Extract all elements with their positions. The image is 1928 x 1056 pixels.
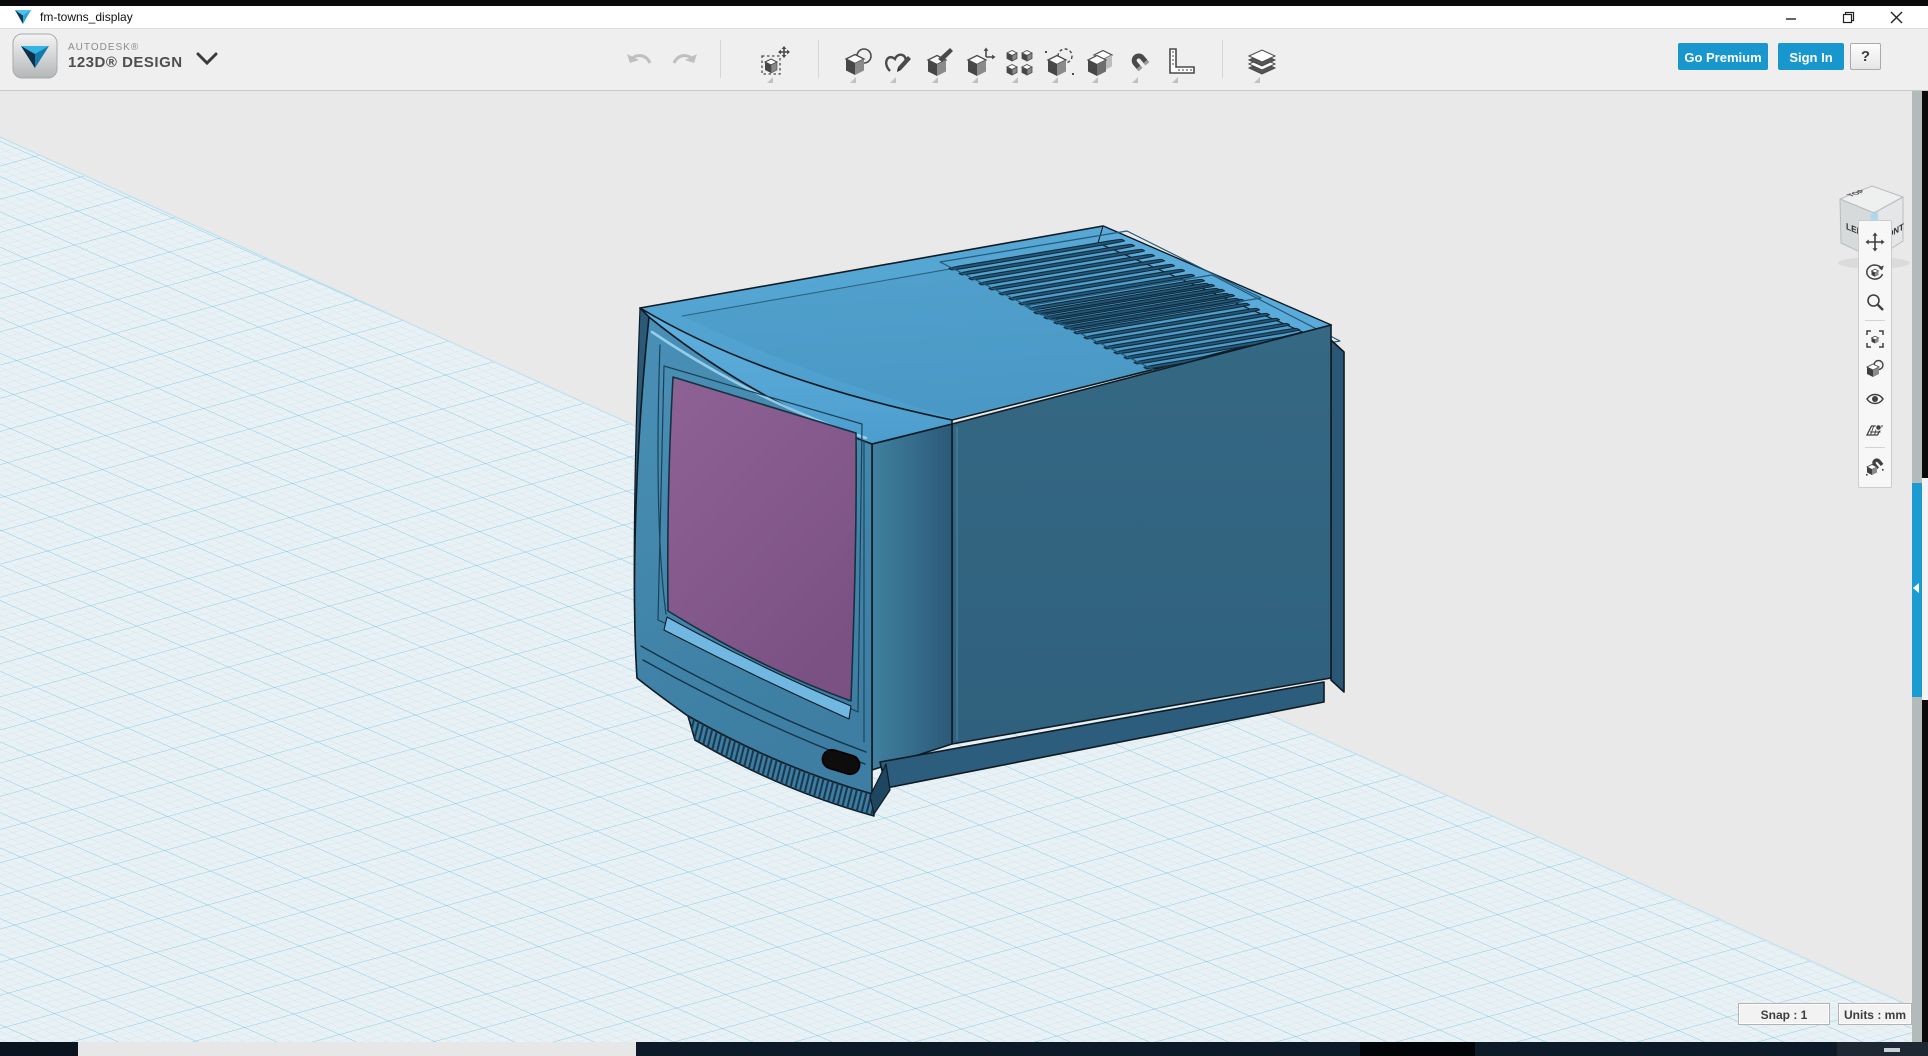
construct-icon: [924, 47, 956, 77]
restore-icon: [1842, 11, 1855, 24]
snap-setting-button[interactable]: Snap : 1: [1738, 1003, 1830, 1025]
right-edge-dark: [1922, 91, 1928, 478]
ruler-icon: [1165, 47, 1195, 77]
dropdown-indicator: [890, 77, 896, 83]
magnifier-icon: [1865, 292, 1885, 312]
minimize-icon: [1785, 11, 1797, 23]
right-edge-light: [1922, 478, 1928, 700]
panel-expand-arrow-icon: [1913, 583, 1919, 593]
sketch-icon: [882, 47, 914, 77]
taskbar-segment: [1837, 1042, 1928, 1056]
viewport-3d[interactable]: TOP LEFT FRONT: [0, 91, 1928, 1042]
dropdown-indicator: [1092, 77, 1098, 83]
main-menu-chevron-icon[interactable]: [196, 51, 218, 67]
layer-stack-icon: [1245, 47, 1279, 77]
tool-transform-button[interactable]: [755, 39, 795, 85]
redo-icon: [670, 51, 698, 73]
nav-separator: [1865, 320, 1885, 321]
help-button[interactable]: ?: [1850, 43, 1881, 70]
grid-visibility-button[interactable]: [1862, 414, 1888, 444]
brand-block: AUTODESK® 123D® DESIGN: [12, 33, 183, 79]
brand-text: AUTODESK® 123D® DESIGN: [68, 42, 183, 71]
units-setting-button[interactable]: Units : mm: [1838, 1003, 1912, 1025]
minimize-button[interactable]: [1774, 6, 1808, 28]
undo-icon: [626, 51, 654, 73]
close-icon: [1890, 11, 1903, 24]
tool-snap-button[interactable]: [1120, 39, 1160, 85]
collapsed-panel-tab[interactable]: [1912, 483, 1922, 697]
dropdown-indicator: [972, 77, 978, 83]
tool-sketch-button[interactable]: [878, 39, 918, 85]
grouping-icon: [1044, 47, 1076, 77]
toolbar-separator: [720, 40, 721, 78]
modify-icon: [964, 47, 996, 77]
tool-construct-button[interactable]: [920, 39, 960, 85]
combine-icon: [1084, 47, 1116, 77]
pattern-icon: [1005, 47, 1035, 77]
tool-measure-button[interactable]: [1160, 39, 1200, 85]
scene-svg[interactable]: [0, 91, 1922, 1042]
dropdown-indicator: [1172, 77, 1178, 83]
taskbar-sliver: [0, 1042, 1928, 1056]
dropdown-indicator: [1052, 77, 1058, 83]
taskbar-clock-sliver: [1884, 1048, 1900, 1052]
dropdown-indicator: [1254, 77, 1260, 83]
tool-combine-button[interactable]: [1080, 39, 1120, 85]
dropdown-indicator: [767, 77, 773, 83]
transform-icon: [759, 46, 791, 78]
model-corner-band: [872, 424, 952, 770]
primitives-icon: [842, 47, 874, 77]
restore-button[interactable]: [1831, 6, 1865, 28]
pan-icon: [1865, 232, 1885, 252]
main-toolbar: AUTODESK® 123D® DESIGN: [0, 29, 1928, 91]
right-edge-dark: [1922, 700, 1928, 1042]
app-window: fm-towns_display: [0, 0, 1928, 1056]
dropdown-indicator: [1012, 77, 1018, 83]
titlebar: fm-towns_display: [0, 6, 1928, 29]
orbit-icon: [1865, 262, 1885, 282]
hide-show-button[interactable]: [1862, 384, 1888, 414]
pan-button[interactable]: [1862, 227, 1888, 257]
taskbar-segment: [1360, 1042, 1475, 1056]
model-back-sliver: [1331, 340, 1344, 692]
taskbar-segment: [0, 1042, 78, 1056]
go-premium-button[interactable]: Go Premium: [1678, 43, 1768, 70]
dropdown-indicator: [932, 77, 938, 83]
zoom-fit-button[interactable]: [1862, 324, 1888, 354]
toolbar-separator: [1222, 40, 1223, 78]
dropdown-indicator: [850, 77, 856, 83]
snap-toggle-button[interactable]: [1862, 451, 1888, 481]
toolbar-separator: [818, 40, 819, 78]
tool-primitives-button[interactable]: [838, 39, 878, 85]
undo-button[interactable]: [620, 39, 660, 85]
orbit-button[interactable]: [1862, 257, 1888, 287]
tool-text-button[interactable]: [1242, 39, 1282, 85]
snap-magnet-icon: [1865, 456, 1885, 476]
magnet-icon: [1125, 47, 1155, 77]
tool-grouping-button[interactable]: [1040, 39, 1080, 85]
tool-modify-button[interactable]: [960, 39, 1000, 85]
navigation-toolbar: [1858, 220, 1892, 488]
window-title: fm-towns_display: [40, 6, 133, 28]
brand-autodesk: AUTODESK®: [68, 42, 183, 54]
redo-button[interactable]: [664, 39, 704, 85]
app-logo-icon: [14, 9, 32, 25]
zoom-button[interactable]: [1862, 287, 1888, 317]
tool-pattern-button[interactable]: [1000, 39, 1040, 85]
close-button[interactable]: [1879, 6, 1913, 28]
material-cube-icon: [1865, 359, 1885, 379]
sign-in-button[interactable]: Sign In: [1778, 43, 1844, 70]
nav-separator: [1865, 447, 1885, 448]
fit-brackets-icon: [1865, 329, 1885, 349]
materials-button[interactable]: [1862, 354, 1888, 384]
eye-icon: [1865, 389, 1885, 409]
grid-eye-icon: [1865, 419, 1885, 439]
taskbar-window-segment[interactable]: [78, 1042, 636, 1056]
dropdown-indicator: [1132, 77, 1138, 83]
brand-product: 123D® DESIGN: [68, 54, 183, 71]
123d-logo-icon: [12, 33, 58, 79]
